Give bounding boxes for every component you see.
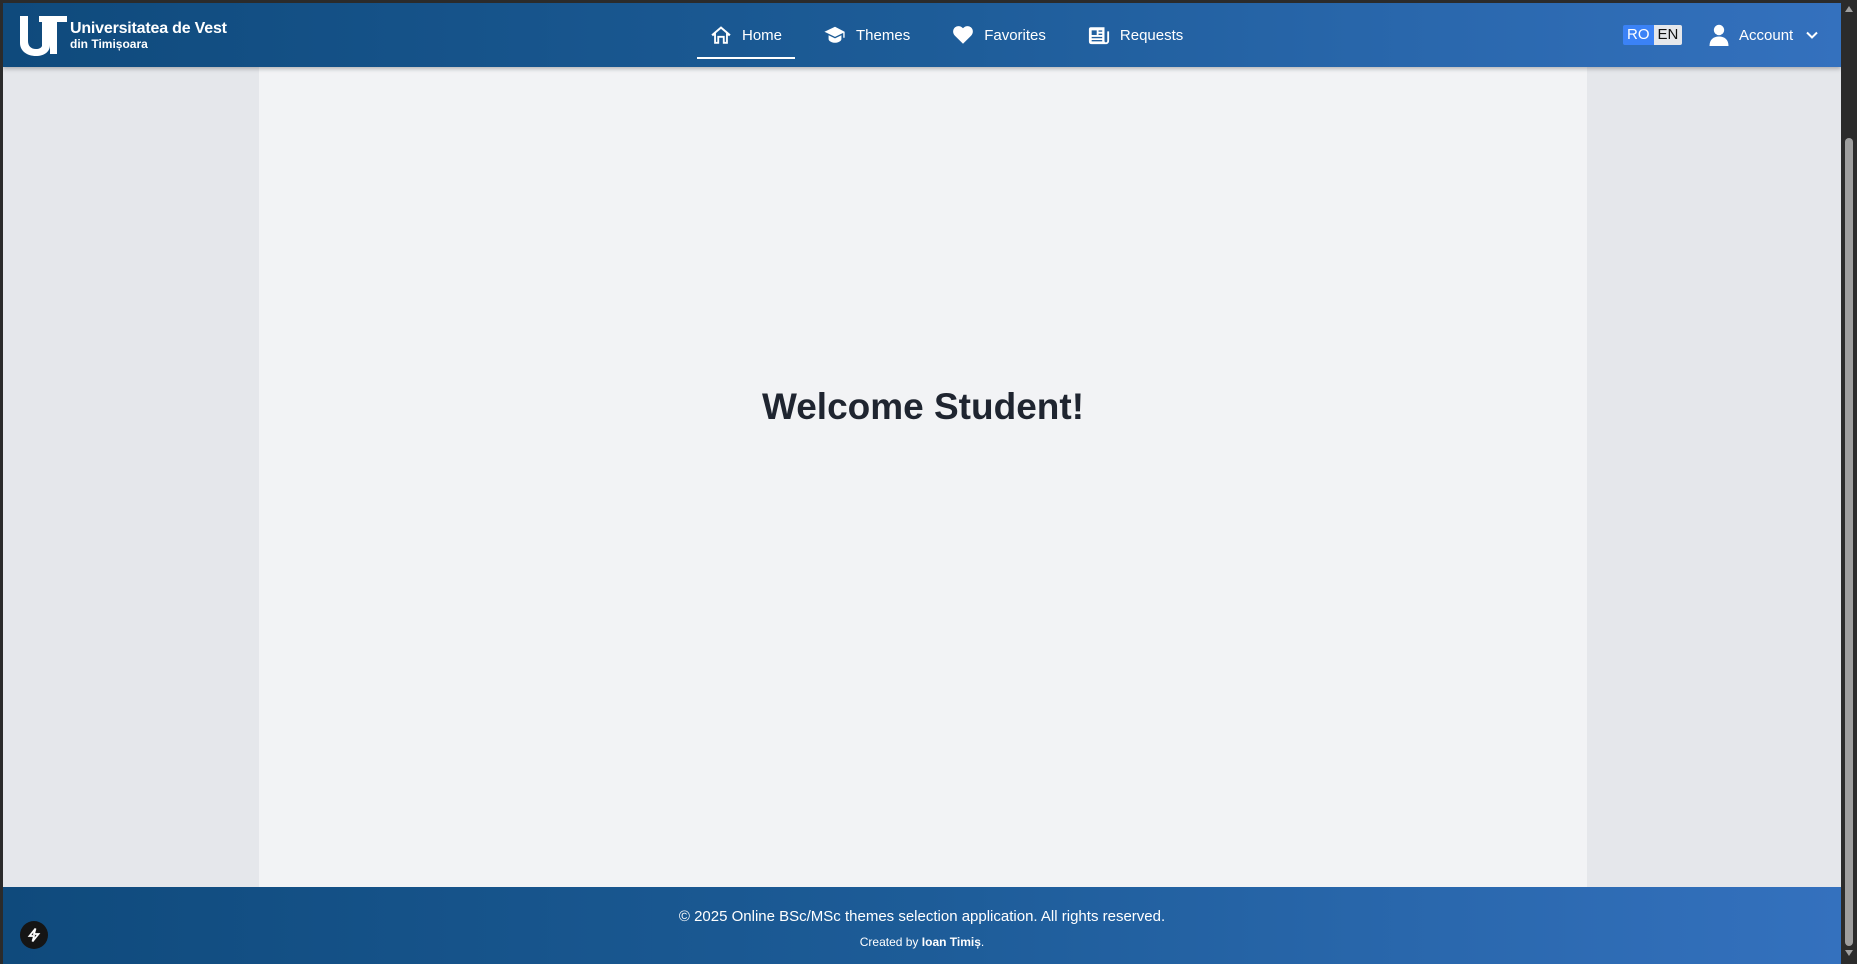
- scroll-down-arrow[interactable]: [1845, 950, 1853, 956]
- uvt-logo-icon: [20, 16, 67, 56]
- account-menu[interactable]: Account: [1709, 23, 1819, 47]
- main-content: Welcome Student!: [259, 67, 1587, 887]
- logo-subtitle: din Timișoara: [70, 36, 148, 51]
- dev-tools-button[interactable]: [20, 921, 48, 949]
- language-switcher: RO EN: [1623, 25, 1683, 45]
- footer-copyright: © 2025 Online BSc/MSc themes selection a…: [678, 908, 1166, 925]
- university-logo[interactable]: Universitatea de Vest din Timișoara: [17, 13, 227, 57]
- credits-suffix: .: [980, 935, 985, 949]
- newspaper-icon: [1088, 27, 1109, 45]
- scrollbar-thumb[interactable]: [1845, 138, 1853, 946]
- home-icon: [711, 26, 731, 44]
- nav-home[interactable]: Home: [697, 3, 796, 67]
- top-navbar: Universitatea de Vest din Timișoara Home…: [3, 3, 1841, 67]
- nav-home-label: Home: [742, 26, 783, 44]
- nav-favorites-label: Favorites: [984, 26, 1046, 44]
- nav-requests[interactable]: Requests: [1075, 3, 1196, 67]
- heart-icon: [953, 26, 974, 44]
- user-icon: [1709, 24, 1729, 46]
- nav-themes[interactable]: Themes: [811, 3, 923, 67]
- credits-author: Ioan Timiș: [921, 935, 981, 949]
- graduation-cap-icon: [824, 26, 845, 43]
- nav-favorites[interactable]: Favorites: [939, 3, 1059, 67]
- chevron-down-icon: [1806, 31, 1818, 39]
- vertical-scrollbar[interactable]: [1841, 0, 1857, 964]
- credits-prefix: Created by: [859, 935, 919, 949]
- main-nav: Home Themes Favorites Requests: [697, 3, 1212, 67]
- logo-title: Universitatea de Vest: [70, 19, 227, 37]
- scroll-up-arrow[interactable]: [1845, 6, 1853, 12]
- nav-themes-label: Themes: [856, 26, 911, 44]
- account-label: Account: [1739, 26, 1794, 44]
- nav-requests-label: Requests: [1119, 26, 1184, 44]
- lang-en-button[interactable]: EN: [1653, 25, 1683, 45]
- app-viewport: Universitatea de Vest din Timișoara Home…: [3, 3, 1841, 964]
- lightning-icon: [27, 927, 41, 943]
- footer-credits: Created by Ioan Timiș.: [3, 935, 1841, 949]
- lang-ro-button[interactable]: RO: [1623, 25, 1654, 45]
- page-footer: © 2025 Online BSc/MSc themes selection a…: [3, 887, 1841, 964]
- welcome-heading: Welcome Student!: [761, 386, 1085, 427]
